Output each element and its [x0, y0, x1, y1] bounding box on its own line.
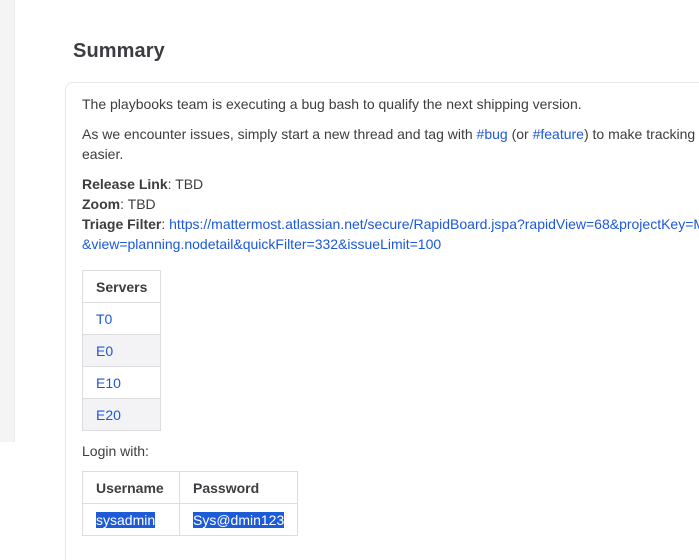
summary-content: The playbooks team is executing a bug ba… — [82, 94, 699, 546]
password-value: Sys@dmin123 — [193, 511, 285, 528]
table-row: sysadmin Sys@dmin123 — [82, 503, 298, 536]
server-link-e20[interactable]: E20 — [96, 407, 121, 423]
server-cell: T0 — [82, 302, 161, 335]
servers-header: Servers — [82, 270, 161, 303]
login-header-row: Username Password — [82, 471, 298, 504]
triage-filter-separator: : — [161, 216, 170, 232]
intro-line-2-prefix: As we encounter issues, simply start a n… — [82, 126, 477, 142]
table-row: E20 — [82, 398, 161, 431]
server-link-e0[interactable]: E0 — [96, 343, 113, 359]
table-row: E0 — [82, 334, 161, 367]
username-cell[interactable]: sysadmin — [82, 503, 180, 536]
table-row: T0 — [82, 302, 161, 335]
username-value: sysadmin — [96, 511, 156, 528]
server-cell: E20 — [82, 398, 161, 431]
login-label: Login with: — [82, 443, 149, 459]
details-block: Release Link: TBD Zoom: TBD Triage Filte… — [82, 174, 699, 254]
login-table: Username Password sysadmin Sys@dmin123 — [82, 471, 298, 536]
left-sidebar-edge — [0, 0, 15, 442]
zoom-separator: : — [120, 196, 128, 212]
server-cell: E0 — [82, 334, 161, 367]
server-cell: E10 — [82, 366, 161, 399]
intro-line-2: As we encounter issues, simply start a n… — [82, 124, 699, 164]
zoom-row: Zoom: TBD — [82, 194, 699, 214]
username-header: Username — [82, 471, 180, 504]
table-row: E10 — [82, 366, 161, 399]
server-link-t0[interactable]: T0 — [96, 311, 112, 327]
servers-table: Servers T0 E0 E10 E20 — [82, 270, 161, 431]
summary-title: Summary — [73, 40, 165, 62]
zoom-key: Zoom — [82, 196, 121, 212]
release-link-key: Release Link — [82, 176, 168, 192]
server-link-e10[interactable]: E10 — [96, 375, 121, 391]
triage-filter-row: Triage Filter: https://mattermost.atlass… — [82, 214, 699, 254]
zoom-value: TBD — [127, 196, 156, 212]
intro-line-2-mid: (or — [507, 126, 533, 142]
triage-filter-link[interactable]: https://mattermost.atlassian.net/secure/… — [82, 216, 699, 252]
release-link-row: Release Link: TBD — [82, 174, 699, 194]
release-link-value: TBD — [175, 176, 204, 192]
password-cell[interactable]: Sys@dmin123 — [179, 503, 298, 536]
servers-header-row: Servers — [82, 270, 161, 303]
tag-feature-link[interactable]: #feature — [533, 126, 584, 142]
intro-line-1: The playbooks team is executing a bug ba… — [82, 96, 582, 112]
release-link-separator: : — [167, 176, 176, 192]
tag-bug-link[interactable]: #bug — [477, 126, 508, 142]
page: Summary The playbooks team is executing … — [0, 0, 699, 560]
triage-filter-key: Triage Filter — [82, 216, 162, 232]
password-header: Password — [179, 471, 298, 504]
